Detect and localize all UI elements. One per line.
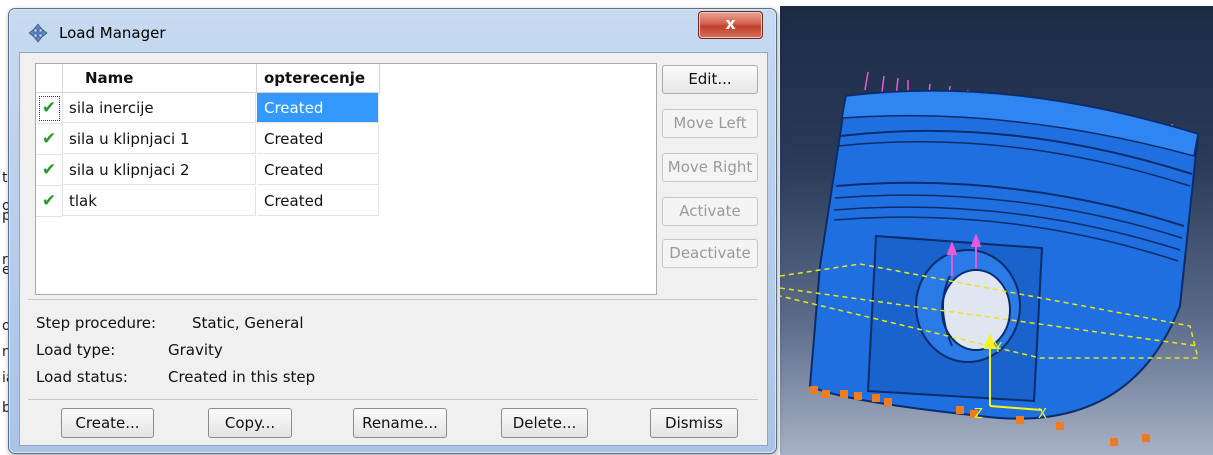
deactivate-button[interactable]: Deactivate [662, 239, 758, 268]
activate-button[interactable]: Activate [662, 197, 758, 226]
active-check-icon[interactable]: ✔ [36, 93, 63, 124]
header-name-column[interactable]: Name [63, 64, 257, 93]
triad-z-label: Z [974, 407, 983, 422]
triad-x-label: X [1038, 407, 1047, 422]
table-row[interactable]: ✔ sila u klipnjaci 1 Created [36, 124, 382, 155]
header-check-column [36, 64, 63, 93]
move-left-button[interactable]: Move Left [662, 109, 758, 138]
move-arrows-icon [28, 23, 48, 43]
divider [28, 299, 758, 300]
piston-model: Y X Z [780, 71, 1200, 446]
step-procedure-label: Step procedure: [36, 314, 157, 332]
loads-table: Name opterecenje ✔ sila inercije Created… [35, 63, 657, 295]
header-step-column[interactable]: opterecenje [257, 64, 380, 93]
table-row[interactable]: ✔ sila inercije Created [36, 93, 382, 124]
header-step-label: opterecenje [264, 69, 366, 87]
piston-body [808, 89, 1200, 420]
bg-text: t [2, 170, 8, 186]
load-manager-dialog: Load Manager x Name opterecenje ✔ sila i… [8, 8, 777, 454]
model-viewport[interactable]: Y X Z [780, 6, 1213, 455]
rename-button[interactable]: Rename... [353, 408, 447, 438]
load-type-label: Load type: [36, 341, 116, 359]
load-name: sila u klipnjaci 1 [63, 124, 256, 154]
load-status-label: Load status: [36, 368, 128, 386]
load-status-value: Created in this step [168, 368, 316, 386]
load-status-cell[interactable]: Created [257, 93, 379, 123]
load-name: sila inercije [63, 93, 256, 123]
delete-button[interactable]: Delete... [501, 408, 588, 438]
edit-button[interactable]: Edit... [662, 65, 758, 94]
copy-button[interactable]: Copy... [208, 408, 292, 438]
close-button[interactable]: x [698, 11, 763, 39]
table-row[interactable]: ✔ tlak Created [36, 186, 382, 217]
divider [28, 399, 758, 400]
step-procedure-value: Static, General [192, 314, 304, 332]
table-row[interactable]: ✔ sila u klipnjaci 2 Created [36, 155, 382, 186]
header-name-label: Name [85, 69, 134, 87]
move-right-button[interactable]: Move Right [662, 153, 758, 182]
triad-y-label: Y [993, 341, 1002, 356]
title-bar[interactable]: Load Manager x [9, 9, 776, 53]
active-check-icon[interactable]: ✔ [36, 186, 63, 217]
dismiss-button[interactable]: Dismiss [650, 408, 738, 438]
active-check-icon[interactable]: ✔ [36, 124, 63, 155]
load-type-value: Gravity [168, 341, 223, 359]
load-status-cell[interactable]: Created [257, 124, 379, 154]
load-status-cell[interactable]: Created [257, 155, 379, 185]
dialog-client-area: Name opterecenje ✔ sila inercije Created… [19, 52, 768, 446]
load-status-cell[interactable]: Created [257, 186, 379, 216]
load-name: tlak [63, 186, 256, 216]
window-title: Load Manager [59, 24, 166, 42]
create-button[interactable]: Create... [61, 408, 154, 438]
load-name: sila u klipnjaci 2 [63, 155, 256, 185]
active-check-icon[interactable]: ✔ [36, 155, 63, 186]
